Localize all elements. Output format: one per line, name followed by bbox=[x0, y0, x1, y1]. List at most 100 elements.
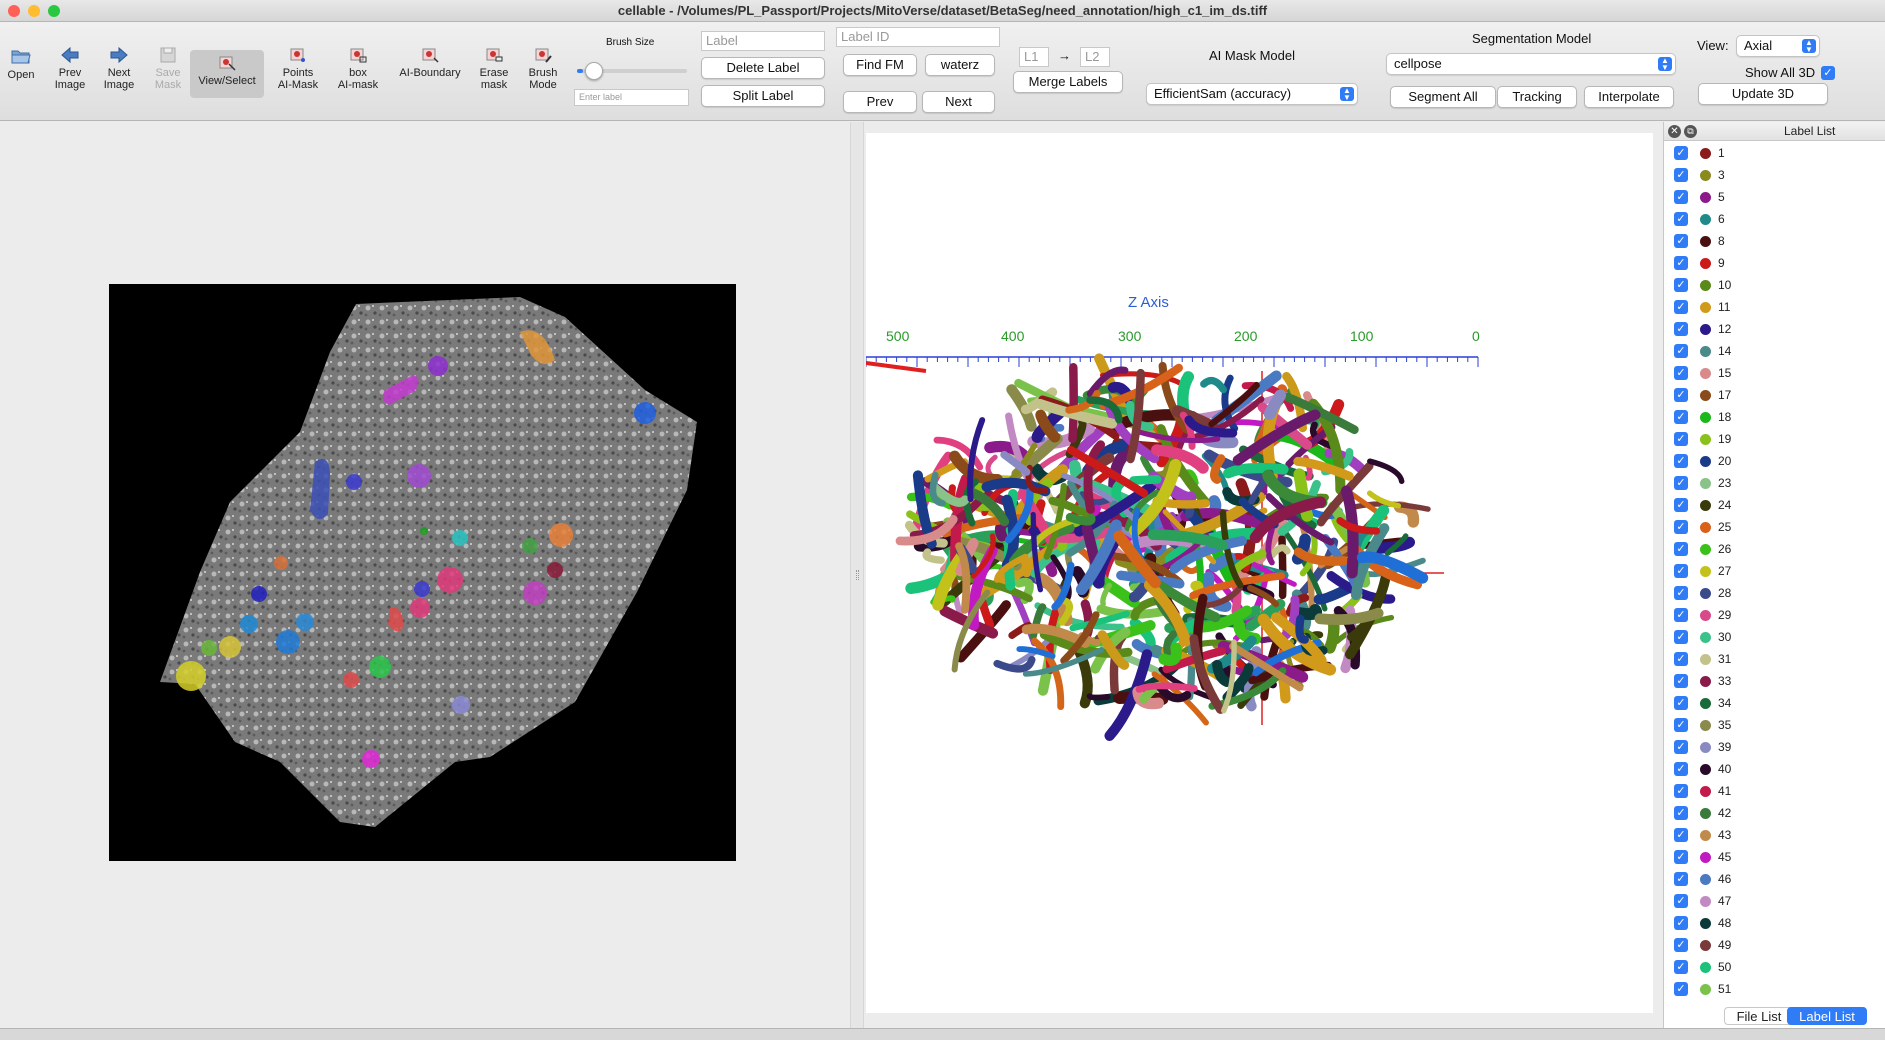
label-visibility-checkbox[interactable]: ✓ bbox=[1674, 784, 1688, 798]
image-canvas-pane[interactable] bbox=[0, 122, 850, 1028]
label-list-item[interactable]: ✓ 1 bbox=[1664, 142, 1885, 164]
label-list-item[interactable]: ✓ 31 bbox=[1664, 648, 1885, 670]
label-list-item[interactable]: ✓ 48 bbox=[1664, 912, 1885, 934]
view-select-button[interactable]: View/Select bbox=[190, 50, 264, 98]
3d-render-canvas[interactable]: Z Axis 500 400 300 200 100 0 bbox=[865, 133, 1653, 1013]
save-mask-button[interactable]: Save Mask bbox=[142, 46, 194, 91]
label-visibility-checkbox[interactable]: ✓ bbox=[1674, 498, 1688, 512]
pane-splitter[interactable] bbox=[850, 122, 864, 1028]
erase-mask-button[interactable]: Erase mask bbox=[469, 46, 519, 91]
label-visibility-checkbox[interactable]: ✓ bbox=[1674, 608, 1688, 622]
label-visibility-checkbox[interactable]: ✓ bbox=[1674, 454, 1688, 468]
label-list-item[interactable]: ✓ 25 bbox=[1664, 516, 1885, 538]
label-visibility-checkbox[interactable]: ✓ bbox=[1674, 696, 1688, 710]
label-visibility-checkbox[interactable]: ✓ bbox=[1674, 256, 1688, 270]
label-list-item[interactable]: ✓ 6 bbox=[1664, 208, 1885, 230]
label-visibility-checkbox[interactable]: ✓ bbox=[1674, 960, 1688, 974]
next-image-button[interactable]: Next Image bbox=[93, 46, 145, 91]
label-list-item[interactable]: ✓ 20 bbox=[1664, 450, 1885, 472]
label-list-item[interactable]: ✓ 14 bbox=[1664, 340, 1885, 362]
label-list-item[interactable]: ✓ 26 bbox=[1664, 538, 1885, 560]
label-visibility-checkbox[interactable]: ✓ bbox=[1674, 146, 1688, 160]
3d-viewer[interactable]: Z Axis 500 400 300 200 100 0 bbox=[865, 133, 1653, 1013]
interpolate-button[interactable]: Interpolate bbox=[1584, 86, 1674, 108]
label-list-item[interactable]: ✓ 28 bbox=[1664, 582, 1885, 604]
label-visibility-checkbox[interactable]: ✓ bbox=[1674, 234, 1688, 248]
label-visibility-checkbox[interactable]: ✓ bbox=[1674, 828, 1688, 842]
segmentation-model-select[interactable]: cellpose ▲ ▼ bbox=[1386, 53, 1676, 75]
l1-input[interactable]: L1 bbox=[1019, 47, 1049, 67]
tab-file-list[interactable]: File List bbox=[1724, 1007, 1794, 1025]
tracking-button[interactable]: Tracking bbox=[1497, 86, 1577, 108]
label-visibility-checkbox[interactable]: ✓ bbox=[1674, 190, 1688, 204]
points-ai-mask-button[interactable]: Points AI-Mask bbox=[272, 46, 324, 91]
label-input[interactable]: Label bbox=[701, 31, 825, 51]
box-ai-mask-button[interactable]: box AI-mask bbox=[332, 46, 384, 91]
ai-mask-model-select[interactable]: EfficientSam (accuracy) ▲ ▼ bbox=[1146, 83, 1358, 105]
label-list-item[interactable]: ✓ 19 bbox=[1664, 428, 1885, 450]
label-list-item[interactable]: ✓ 43 bbox=[1664, 824, 1885, 846]
label-visibility-checkbox[interactable]: ✓ bbox=[1674, 278, 1688, 292]
show-all-3d-checkbox[interactable]: ✓ bbox=[1821, 66, 1835, 80]
label-list-item[interactable]: ✓ 17 bbox=[1664, 384, 1885, 406]
float-panel-icon[interactable]: ⧉ bbox=[1684, 125, 1697, 138]
label-list-item[interactable]: ✓ 40 bbox=[1664, 758, 1885, 780]
label-list-item[interactable]: ✓ 30 bbox=[1664, 626, 1885, 648]
brush-mode-button[interactable]: Brush Mode bbox=[518, 46, 568, 91]
label-list-item[interactable]: ✓ 12 bbox=[1664, 318, 1885, 340]
label-list-item[interactable]: ✓ 24 bbox=[1664, 494, 1885, 516]
label-list-item[interactable]: ✓ 8 bbox=[1664, 230, 1885, 252]
label-list-item[interactable]: ✓ 15 bbox=[1664, 362, 1885, 384]
label-list-item[interactable]: ✓ 41 bbox=[1664, 780, 1885, 802]
label-visibility-checkbox[interactable]: ✓ bbox=[1674, 388, 1688, 402]
label-list-item[interactable]: ✓ 50 bbox=[1664, 956, 1885, 978]
label-visibility-checkbox[interactable]: ✓ bbox=[1674, 168, 1688, 182]
label-visibility-checkbox[interactable]: ✓ bbox=[1674, 630, 1688, 644]
label-visibility-checkbox[interactable]: ✓ bbox=[1674, 410, 1688, 424]
label-visibility-checkbox[interactable]: ✓ bbox=[1674, 542, 1688, 556]
label-visibility-checkbox[interactable]: ✓ bbox=[1674, 894, 1688, 908]
label-visibility-checkbox[interactable]: ✓ bbox=[1674, 938, 1688, 952]
prev-image-button[interactable]: Prev Image bbox=[44, 46, 96, 91]
label-list-item[interactable]: ✓ 33 bbox=[1664, 670, 1885, 692]
label-list-item[interactable]: ✓ 9 bbox=[1664, 252, 1885, 274]
label-list-item[interactable]: ✓ 42 bbox=[1664, 802, 1885, 824]
label-visibility-checkbox[interactable]: ✓ bbox=[1674, 982, 1688, 996]
label-visibility-checkbox[interactable]: ✓ bbox=[1674, 520, 1688, 534]
find-fm-button[interactable]: Find FM bbox=[843, 54, 917, 76]
view-select[interactable]: Axial ▲ ▼ bbox=[1736, 35, 1820, 57]
label-visibility-checkbox[interactable]: ✓ bbox=[1674, 872, 1688, 886]
label-visibility-checkbox[interactable]: ✓ bbox=[1674, 322, 1688, 336]
label-visibility-checkbox[interactable]: ✓ bbox=[1674, 212, 1688, 226]
next-button[interactable]: Next bbox=[922, 91, 995, 113]
label-list-item[interactable]: ✓ 5 bbox=[1664, 186, 1885, 208]
tab-label-list[interactable]: Label List bbox=[1787, 1007, 1867, 1025]
label-visibility-checkbox[interactable]: ✓ bbox=[1674, 806, 1688, 820]
label-visibility-checkbox[interactable]: ✓ bbox=[1674, 586, 1688, 600]
ai-boundary-button[interactable]: AI-Boundary bbox=[394, 46, 466, 79]
image-canvas[interactable] bbox=[0, 122, 850, 1028]
l2-input[interactable]: L2 bbox=[1080, 47, 1110, 67]
label-list-item[interactable]: ✓ 34 bbox=[1664, 692, 1885, 714]
label-list-item[interactable]: ✓ 29 bbox=[1664, 604, 1885, 626]
label-visibility-checkbox[interactable]: ✓ bbox=[1674, 718, 1688, 732]
split-label-button[interactable]: Split Label bbox=[701, 85, 825, 107]
label-list-item[interactable]: ✓ 18 bbox=[1664, 406, 1885, 428]
brush-size-slider-knob[interactable] bbox=[584, 62, 603, 80]
label-list-item[interactable]: ✓ 39 bbox=[1664, 736, 1885, 758]
zoom-window-button[interactable] bbox=[48, 5, 60, 17]
label-visibility-checkbox[interactable]: ✓ bbox=[1674, 674, 1688, 688]
minimize-window-button[interactable] bbox=[28, 5, 40, 17]
label-visibility-checkbox[interactable]: ✓ bbox=[1674, 850, 1688, 864]
label-list-item[interactable]: ✓ 35 bbox=[1664, 714, 1885, 736]
update-3d-button[interactable]: Update 3D bbox=[1698, 83, 1828, 105]
label-visibility-checkbox[interactable]: ✓ bbox=[1674, 344, 1688, 358]
label-visibility-checkbox[interactable]: ✓ bbox=[1674, 762, 1688, 776]
label-list-item[interactable]: ✓ 45 bbox=[1664, 846, 1885, 868]
label-visibility-checkbox[interactable]: ✓ bbox=[1674, 564, 1688, 578]
label-visibility-checkbox[interactable]: ✓ bbox=[1674, 740, 1688, 754]
prev-button[interactable]: Prev bbox=[843, 91, 917, 113]
label-list-item[interactable]: ✓ 51 bbox=[1664, 978, 1885, 1000]
label-list-item[interactable]: ✓ 46 bbox=[1664, 868, 1885, 890]
label-list-item[interactable]: ✓ 10 bbox=[1664, 274, 1885, 296]
